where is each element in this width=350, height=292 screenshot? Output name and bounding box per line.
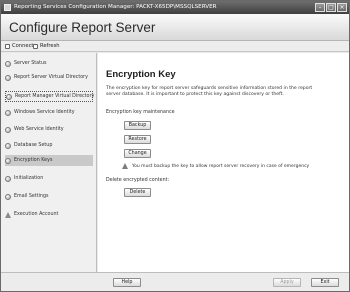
sidebar-item-database-setup[interactable]: Database Setup: [5, 140, 93, 151]
warning-icon: [122, 163, 128, 169]
exit-button[interactable]: Exit: [311, 278, 339, 287]
sidebar-item-label: Execution Account: [14, 212, 59, 217]
globe-icon: [5, 74, 11, 81]
maintenance-label: Encryption key maintenance: [106, 110, 175, 115]
refresh-label: Refresh: [40, 43, 60, 49]
toolbar: Connect Refresh: [1, 41, 349, 52]
sidebar-item-report-manager-virtual-directory[interactable]: Report Manager Virtual Directory: [5, 91, 95, 102]
sidebar-item-email-settings[interactable]: Email Settings: [5, 191, 93, 202]
refresh-button[interactable]: Refresh: [33, 41, 60, 52]
close-icon[interactable]: ×: [337, 3, 347, 12]
help-button[interactable]: Help: [113, 278, 141, 287]
key-icon: [5, 157, 11, 164]
minimize-icon[interactable]: –: [315, 3, 325, 12]
sidebar-item-initialization[interactable]: Initialization: [5, 173, 93, 184]
window-title: Reporting Services Configuration Manager…: [14, 4, 217, 10]
connect-icon: [5, 44, 10, 49]
warning-icon: [5, 211, 11, 218]
refresh-icon: [33, 44, 38, 49]
footer-bar: Help Apply Exit: [1, 272, 349, 291]
service-icon: [5, 109, 11, 116]
delete-button[interactable]: Delete: [124, 188, 151, 197]
sidebar-item-report-server-virtual-directory[interactable]: Report Server Virtual Directory: [5, 72, 93, 83]
email-icon: [5, 193, 11, 200]
change-button[interactable]: Change: [124, 149, 151, 158]
window-controls: – □ ×: [315, 3, 347, 12]
sidebar-item-label: Initialization: [14, 176, 44, 181]
sidebar-item-label: Web Service Identity: [14, 127, 64, 132]
sidebar-item-windows-service-identity[interactable]: Windows Service Identity: [5, 107, 93, 118]
sidebar-item-server-status[interactable]: Server Status: [5, 58, 93, 69]
main-panel: Encryption Key The encryption key for re…: [98, 53, 349, 272]
banner-title: Configure Report Server: [9, 20, 156, 35]
warning-text: You must backup the key to allow report …: [132, 163, 310, 169]
sidebar-item-label: Report Server Virtual Directory: [14, 75, 88, 80]
connect-button[interactable]: Connect: [5, 41, 33, 52]
sidebar-item-label: Server Status: [14, 61, 47, 66]
server-status-icon: [5, 60, 11, 67]
service-icon: [5, 126, 11, 133]
sidebar-item-label: Report Manager Virtual Directory: [15, 94, 95, 99]
sidebar-item-label: Encryption Keys: [14, 158, 53, 163]
encryption-description: The encryption key for report server saf…: [106, 86, 313, 98]
globe-icon: [6, 93, 12, 100]
sidebar: Server Status Report Server Virtual Dire…: [1, 53, 97, 272]
sidebar-item-label: Windows Service Identity: [14, 110, 75, 115]
sidebar-item-web-service-identity[interactable]: Web Service Identity: [5, 124, 93, 135]
delete-content-label: Delete encrypted content:: [106, 178, 170, 183]
maximize-icon[interactable]: □: [326, 3, 336, 12]
backup-warning: You must backup the key to allow report …: [122, 163, 309, 169]
connect-label: Connect: [12, 43, 34, 49]
sidebar-item-label: Email Settings: [14, 194, 49, 199]
app-window: Reporting Services Configuration Manager…: [0, 0, 350, 292]
title-bar: Reporting Services Configuration Manager…: [1, 1, 349, 14]
page-title: Encryption Key: [106, 69, 176, 80]
banner: Configure Report Server: [1, 14, 349, 41]
sidebar-item-label: Database Setup: [14, 143, 53, 148]
restore-button[interactable]: Restore: [124, 135, 151, 144]
initialization-icon: [5, 175, 11, 182]
backup-button[interactable]: Backup: [124, 121, 151, 130]
sidebar-item-encryption-keys[interactable]: Encryption Keys: [5, 155, 93, 166]
sidebar-item-execution-account[interactable]: Execution Account: [5, 209, 93, 220]
app-icon: [4, 4, 11, 11]
apply-button[interactable]: Apply: [273, 278, 301, 287]
database-icon: [5, 142, 11, 149]
